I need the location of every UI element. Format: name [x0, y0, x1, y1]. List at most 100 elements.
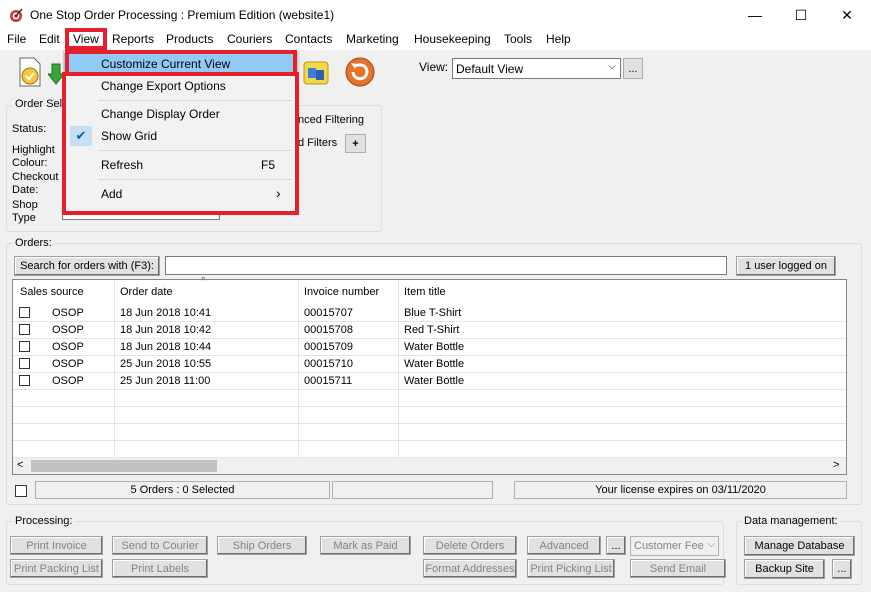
column-item-title[interactable]: Item title [404, 286, 446, 298]
cell-item: Blue T-Shirt [404, 307, 462, 319]
scroll-left-icon[interactable]: < [17, 459, 23, 471]
customer-feed-select[interactable]: Customer Fee ⌵ [630, 536, 719, 556]
add-filter-button[interactable]: + [345, 134, 366, 153]
cell-invoice: 00015707 [304, 307, 353, 319]
chevron-down-icon: ⌵ [707, 539, 715, 550]
filters-label: d Filters [298, 137, 338, 149]
maximize-button[interactable]: ☐ [778, 0, 824, 30]
cell-date: 18 Jun 2018 10:44 [120, 341, 212, 353]
select-all-checkbox[interactable] [15, 485, 27, 497]
processing-title: Processing: [13, 515, 75, 527]
data-more-button[interactable]: ... [832, 559, 852, 579]
print-packing-list-button[interactable]: Print Packing List [10, 559, 103, 578]
advanced-filtering-label: nced Filtering [298, 114, 365, 126]
menu-tools[interactable]: Tools [504, 32, 532, 46]
highlight-colour-label: Highlight Colour: [12, 144, 55, 169]
refresh-icon[interactable] [344, 56, 376, 88]
menu-products[interactable]: Products [166, 32, 213, 46]
column-invoice-number[interactable]: Invoice number [304, 286, 379, 298]
cell-date: 18 Jun 2018 10:42 [120, 324, 212, 336]
users-icon[interactable] [300, 56, 332, 88]
search-input[interactable] [165, 256, 727, 275]
row-checkbox[interactable] [19, 324, 30, 335]
window-title: One Stop Order Processing : Premium Edit… [30, 8, 335, 22]
advanced-button[interactable]: Advanced [527, 536, 601, 555]
delete-orders-button[interactable]: Delete Orders [423, 536, 517, 555]
table-row[interactable]: OSOP 18 Jun 2018 10:41 00015707 Blue T-S… [13, 305, 846, 322]
cell-source: OSOP [52, 307, 84, 319]
column-order-date[interactable]: Order date [120, 286, 173, 298]
view-menu-highlight [65, 28, 107, 50]
menu-reports[interactable]: Reports [112, 32, 154, 46]
cell-date: 25 Jun 2018 10:55 [120, 358, 212, 370]
backup-site-button[interactable]: Backup Site [744, 559, 825, 579]
menu-marketing[interactable]: Marketing [346, 32, 399, 46]
checkout-date-label: Checkout Date: [12, 171, 59, 196]
horizontal-scrollbar[interactable]: < > [13, 458, 846, 474]
table-row[interactable]: OSOP 18 Jun 2018 10:42 00015708 Red T-Sh… [13, 322, 846, 339]
cell-date: 18 Jun 2018 10:41 [120, 307, 212, 319]
status-empty [332, 481, 493, 499]
manage-database-button[interactable]: Manage Database [744, 536, 855, 556]
send-to-courier-button[interactable]: Send to Courier [112, 536, 208, 555]
menu-contacts[interactable]: Contacts [285, 32, 332, 46]
chevron-down-icon: ⌵ [608, 61, 616, 72]
menu-edit[interactable]: Edit [39, 32, 60, 46]
customer-feed-value: Customer Fee [634, 540, 704, 552]
cell-source: OSOP [52, 341, 84, 353]
table-row[interactable]: OSOP 25 Jun 2018 11:00 00015711 Water Bo… [13, 373, 846, 390]
row-checkbox[interactable] [19, 307, 30, 318]
cell-date: 25 Jun 2018 11:00 [120, 375, 211, 387]
menu-couriers[interactable]: Couriers [227, 32, 272, 46]
menu-help[interactable]: Help [546, 32, 571, 46]
print-labels-button[interactable]: Print Labels [112, 559, 208, 578]
orders-summary: 5 Orders : 0 Selected [35, 481, 330, 499]
row-checkbox[interactable] [19, 358, 30, 369]
minimize-button[interactable]: — [732, 0, 778, 30]
users-logged-on-button[interactable]: 1 user logged on [736, 256, 836, 276]
view-more-button[interactable]: ... [623, 58, 643, 79]
menu-housekeeping[interactable]: Housekeeping [414, 32, 491, 46]
orders-title: Orders: [13, 237, 54, 249]
cell-item: Red T-Shirt [404, 324, 460, 336]
cell-item: Water Bottle [404, 358, 465, 370]
cell-source: OSOP [52, 324, 84, 336]
row-checkbox[interactable] [19, 375, 30, 386]
send-email-button[interactable]: Send Email [630, 559, 726, 578]
close-button[interactable]: ✕ [824, 0, 870, 30]
ship-orders-button[interactable]: Ship Orders [217, 536, 307, 555]
table-row [13, 441, 846, 458]
mark-as-paid-button[interactable]: Mark as Paid [320, 536, 411, 555]
table-row[interactable]: OSOP 25 Jun 2018 10:55 00015710 Water Bo… [13, 356, 846, 373]
new-order-icon[interactable] [14, 56, 46, 88]
orders-grid[interactable]: Sales source Order date ^ Invoice number… [12, 276, 847, 475]
print-picking-list-button[interactable]: Print Picking List [527, 559, 615, 578]
row-checkbox[interactable] [19, 341, 30, 352]
advanced-more-button[interactable]: ... [606, 536, 626, 555]
cell-source: OSOP [52, 375, 84, 387]
table-row [13, 390, 846, 407]
cell-invoice: 00015708 [304, 324, 353, 336]
view-label: View: [419, 60, 449, 74]
scrollbar-thumb[interactable] [31, 460, 217, 472]
cell-invoice: 00015710 [304, 358, 353, 370]
license-status: Your license expires on 03/11/2020 [514, 481, 847, 499]
cell-source: OSOP [52, 358, 84, 370]
menu-bar: File Edit View Reports Products Couriers… [0, 30, 871, 50]
scroll-right-icon[interactable]: > [833, 459, 839, 471]
menu-file[interactable]: File [7, 32, 26, 46]
view-select[interactable]: Default View ⌵ [452, 58, 621, 79]
sort-indicator-icon: ^ [201, 276, 206, 287]
cell-invoice: 00015711 [304, 375, 353, 387]
format-addresses-button[interactable]: Format Addresses [423, 559, 517, 578]
table-row[interactable]: OSOP 18 Jun 2018 10:44 00015709 Water Bo… [13, 339, 846, 356]
column-sales-source[interactable]: Sales source [20, 286, 84, 298]
menu-highlight [62, 72, 299, 215]
search-orders-button[interactable]: Search for orders with (F3): [14, 256, 160, 276]
print-invoice-button[interactable]: Print Invoice [10, 536, 103, 555]
status-label: Status: [12, 123, 47, 135]
shop-type-label: Shop Type [12, 199, 38, 224]
table-row [13, 407, 846, 424]
app-logo-icon [10, 8, 23, 22]
title-bar: One Stop Order Processing : Premium Edit… [0, 0, 871, 30]
